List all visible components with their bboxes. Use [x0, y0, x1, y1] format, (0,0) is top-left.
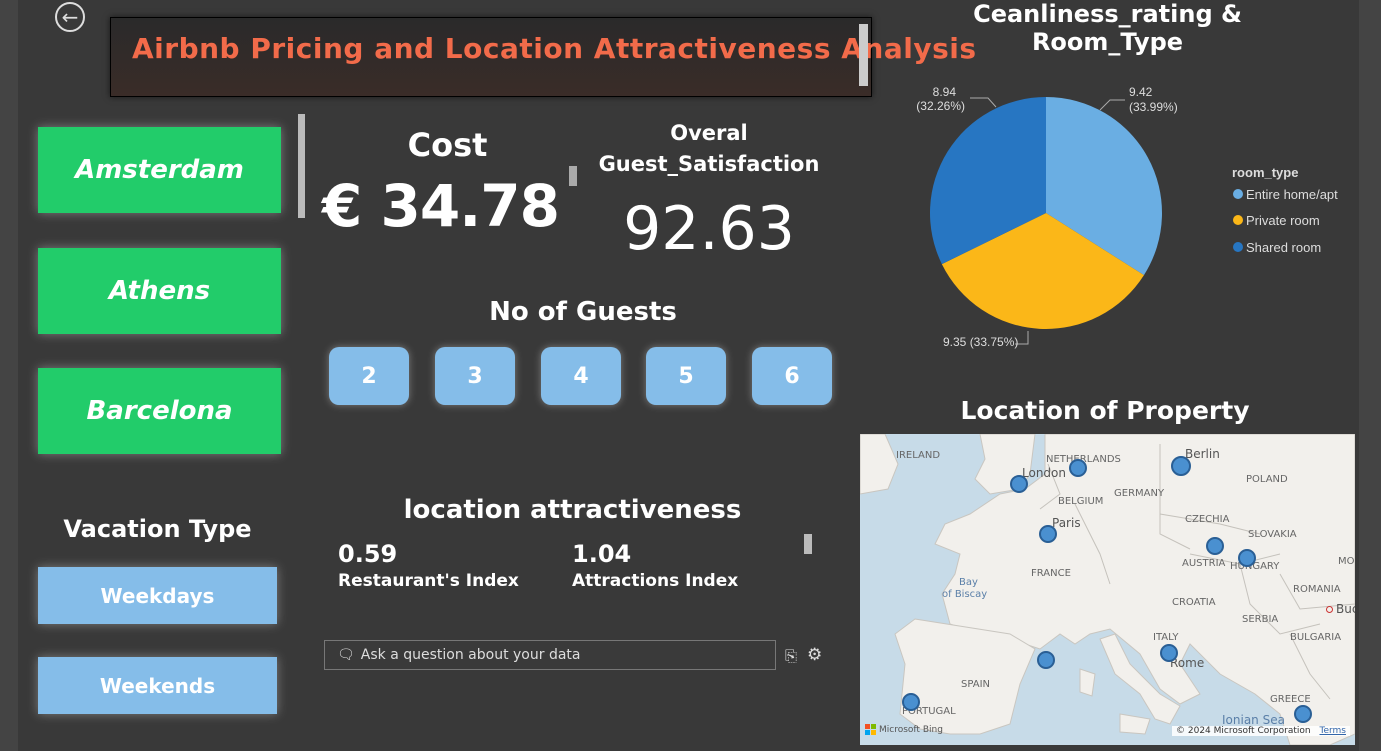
- bing-logo: Microsoft Bing: [865, 724, 943, 735]
- qa-placeholder: Ask a question about your data: [360, 647, 581, 663]
- map-marker[interactable]: [1171, 456, 1191, 476]
- map-label-slovakia: SLOVAKIA: [1248, 529, 1297, 540]
- legend-item-private[interactable]: Private room: [1246, 213, 1320, 228]
- map-marker[interactable]: [1069, 459, 1087, 477]
- location-scrollbar[interactable]: [804, 534, 812, 554]
- map-marker[interactable]: [1238, 549, 1256, 567]
- guests-title: No of Guests: [489, 297, 677, 327]
- right-frame: [1359, 0, 1381, 751]
- map-label-ionian-sea: Ionian Sea: [1222, 713, 1285, 727]
- map-attribution: © 2024 Microsoft Corporation Terms: [1172, 726, 1350, 736]
- location-map[interactable]: IRELAND NETHERLANDS London Berlin POLAND…: [860, 434, 1355, 745]
- guest-button-2[interactable]: 2: [329, 347, 409, 405]
- pie-label-entire: 9.42: [1129, 85, 1153, 99]
- page-title: Airbnb Pricing and Location Attractivene…: [132, 32, 977, 65]
- vacation-button-weekends[interactable]: Weekends: [38, 657, 277, 714]
- attractions-index-value: 1.04: [572, 540, 632, 568]
- guest-button-4[interactable]: 4: [541, 347, 621, 405]
- vacation-button-weekdays[interactable]: Weekdays: [38, 567, 277, 624]
- pie-leader-entire: [1099, 99, 1125, 111]
- map-label-mol: MOL: [1338, 556, 1355, 567]
- legend-item-entire[interactable]: Entire home/apt: [1246, 187, 1338, 202]
- city-button-amsterdam[interactable]: Amsterdam: [38, 127, 281, 213]
- cost-label: Cost: [407, 126, 488, 164]
- vacation-type-title: Vacation Type: [63, 515, 252, 543]
- pie-label-shared: 8.94: [933, 85, 957, 99]
- guest-button-3[interactable]: 3: [435, 347, 515, 405]
- microsoft-logo-icon: [865, 724, 876, 735]
- map-label-ireland: IRELAND: [896, 450, 941, 461]
- map-marker[interactable]: [1037, 651, 1055, 669]
- pie-label-shared-pct: (32.26%): [916, 99, 965, 113]
- map-label-germany: GERMANY: [1114, 488, 1165, 499]
- location-attractiveness-title: location attractiveness: [403, 495, 742, 525]
- pie-label-private: 9.35 (33.75%): [943, 335, 1018, 349]
- legend-dot-private: [1233, 215, 1243, 225]
- map-label-romania: ROMANIA: [1293, 584, 1341, 595]
- bing-label: Microsoft Bing: [879, 724, 943, 735]
- map-label-buc: Buc: [1336, 602, 1355, 616]
- map-label-spain: SPAIN: [961, 679, 991, 690]
- map-marker[interactable]: [1294, 705, 1312, 723]
- map-label-of-biscay: of Biscay: [942, 589, 988, 600]
- restaurant-index-label: Restaurant's Index: [338, 571, 519, 591]
- legend-title: room_type: [1232, 165, 1298, 180]
- pie-leader-shared: [970, 97, 997, 108]
- satisfaction-label-line2: Guest_Satisfaction: [598, 152, 820, 176]
- map-label-greece: GREECE: [1270, 694, 1311, 705]
- title-scrollbar[interactable]: [859, 24, 868, 86]
- copyright-text: © 2024 Microsoft Corporation: [1176, 726, 1311, 736]
- pie-label-entire-pct: (33.99%): [1129, 100, 1178, 114]
- city-slicer-scrollbar[interactable]: [298, 114, 305, 218]
- qa-input[interactable]: 🗨 Ask a question about your data: [324, 640, 776, 670]
- map-label-italy: ITALY: [1153, 632, 1179, 643]
- legend-dot-entire: [1233, 189, 1243, 199]
- legend-dot-shared: [1233, 242, 1243, 252]
- map-marker[interactable]: [1206, 537, 1224, 555]
- map-label-bay: Bay: [959, 577, 978, 588]
- map-label-serbia: SERBIA: [1242, 614, 1279, 625]
- city-button-barcelona[interactable]: Barcelona: [38, 368, 281, 454]
- map-label-france: FRANCE: [1031, 568, 1071, 579]
- cost-scrollbar[interactable]: [569, 166, 577, 186]
- pie-chart: 8.94 (32.26%) 9.42 (33.99%) 9.35 (33.75%…: [916, 85, 1338, 349]
- guest-button-5[interactable]: 5: [646, 347, 726, 405]
- gear-icon[interactable]: ⚙: [807, 645, 822, 665]
- attractions-index-label: Attractions Index: [572, 571, 739, 591]
- map-marker[interactable]: [1039, 525, 1057, 543]
- map-label-bulgaria: BULGARIA: [1290, 632, 1342, 643]
- capital-marker: [1326, 606, 1333, 613]
- restaurant-index-value: 0.59: [338, 540, 398, 568]
- guest-button-6[interactable]: 6: [752, 347, 832, 405]
- map-marker[interactable]: [902, 693, 920, 711]
- chat-icon: 🗨: [337, 647, 355, 663]
- terms-link[interactable]: Terms: [1319, 726, 1346, 736]
- back-arrow-icon[interactable]: ←: [55, 2, 85, 32]
- cost-value: € 34.78: [322, 172, 560, 240]
- map-marker[interactable]: [1160, 644, 1178, 662]
- legend-item-shared[interactable]: Shared room: [1246, 240, 1321, 255]
- map-label-london: London: [1022, 466, 1066, 480]
- pie-chart-title: Ceanliness_rating & Room_Type: [973, 0, 1242, 56]
- qa-suggestions-icon[interactable]: ⎘: [785, 647, 797, 665]
- satisfaction-label-line1: Overal: [670, 121, 748, 145]
- map-title: Location of Property: [960, 396, 1250, 425]
- city-button-athens[interactable]: Athens: [38, 248, 281, 334]
- map-label-croatia: CROATIA: [1172, 597, 1216, 608]
- map-label-czechia: CZECHIA: [1185, 514, 1230, 525]
- map-label-belgium: BELGIUM: [1058, 496, 1104, 507]
- satisfaction-label: Overal Guest_Satisfaction: [598, 118, 820, 180]
- satisfaction-value: 92.63: [623, 194, 795, 264]
- left-frame: [0, 0, 18, 751]
- map-label-austria: AUSTRIA: [1182, 558, 1226, 569]
- map-label-poland: POLAND: [1246, 474, 1288, 485]
- map-marker[interactable]: [1010, 475, 1028, 493]
